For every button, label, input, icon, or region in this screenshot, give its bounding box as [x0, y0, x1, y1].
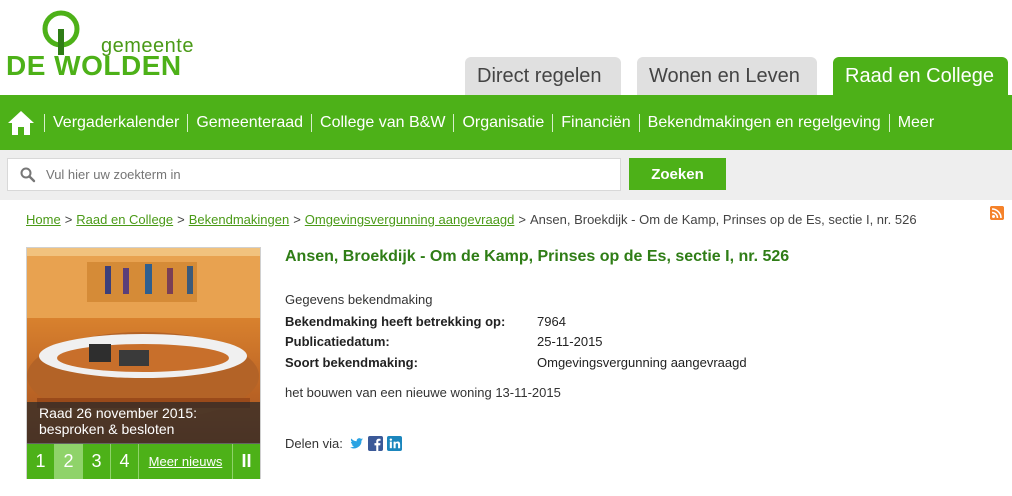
slider-page-2[interactable]: 2 — [55, 444, 83, 479]
tab-raad-en-college[interactable]: Raad en College — [833, 57, 1008, 95]
detail-heading: Gegevens bekendmaking — [285, 292, 433, 307]
share-icons — [349, 436, 402, 451]
nav-item-financien[interactable]: Financiën — [544, 113, 631, 132]
detail-value: 25-11-2015 — [537, 334, 603, 349]
breadcrumb-bekendmakingen[interactable]: Bekendmakingen — [189, 212, 289, 227]
nav-item-college[interactable]: College van B&W — [303, 113, 446, 132]
nav-separator — [552, 113, 554, 132]
tab-wonen-en-leven[interactable]: Wonen en Leven — [637, 57, 817, 95]
twitter-icon[interactable] — [349, 436, 364, 451]
slider-caption[interactable]: Raad 26 november 2015: besproken & beslo… — [27, 402, 260, 444]
nav-separator — [888, 113, 890, 132]
search-band: Zoeken — [0, 150, 1012, 200]
detail-value: Omgevingsvergunning aangevraagd — [537, 355, 747, 370]
search-input[interactable] — [46, 167, 586, 182]
nav-item-organisatie[interactable]: Organisatie — [445, 113, 545, 132]
share-label: Delen via: — [285, 436, 343, 451]
pause-button[interactable]: II — [233, 444, 260, 479]
slider-page-4[interactable]: 4 — [111, 444, 139, 479]
search-box[interactable] — [7, 158, 621, 191]
nav-separator — [638, 113, 640, 132]
detail-label: Soort bekendmaking: — [285, 355, 418, 370]
facebook-icon[interactable] — [367, 436, 383, 451]
slider-pager: 1 2 3 4 Meer nieuws II — [27, 444, 260, 479]
slider-page-3[interactable]: 3 — [83, 444, 111, 479]
nav-separator — [44, 113, 45, 132]
detail-label: Bekendmaking heeft betrekking op: — [285, 314, 506, 329]
meer-nieuws-link[interactable]: Meer nieuws — [139, 444, 233, 479]
news-slider: Raad 26 november 2015: besproken & beslo… — [26, 247, 261, 479]
linkedin-icon[interactable] — [386, 436, 402, 451]
nav-separator — [453, 113, 455, 132]
rss-icon[interactable] — [990, 206, 1004, 220]
tab-direct-regelen[interactable]: Direct regelen — [465, 57, 621, 95]
home-icon[interactable] — [6, 108, 36, 138]
article-description: het bouwen van een nieuwe woning 13-11-2… — [285, 385, 561, 400]
nav-item-label: Bekendmakingen en regelgeving — [647, 113, 881, 131]
nav-item-label: Meer — [897, 113, 935, 131]
breadcrumb-omgevingsvergunning[interactable]: Omgevingsvergunning aangevraagd — [305, 212, 515, 227]
nav-item-label: Financiën — [561, 113, 631, 131]
breadcrumb-home[interactable]: Home — [26, 212, 61, 227]
article-title: Ansen, Broekdijk - Om de Kamp, Prinses o… — [285, 248, 790, 265]
detail-label: Publicatiedatum: — [285, 334, 390, 349]
nav-item-label: Organisatie — [462, 113, 545, 131]
nav-item-label: Gemeenteraad — [196, 113, 304, 131]
search-icon — [20, 167, 36, 182]
main-nav: Vergaderkalender Gemeenteraad College va… — [0, 95, 1012, 150]
logo-big-text: DE WOLDEN — [6, 50, 182, 81]
logo[interactable]: gemeente DE WOLDEN — [6, 10, 196, 81]
breadcrumb: Home > Raad en College > Bekendmakingen > Omge… — [26, 212, 917, 227]
nav-item-meer[interactable]: Meer — [881, 113, 935, 132]
slider-page-1[interactable]: 1 — [27, 444, 55, 479]
breadcrumb-raad-en-college[interactable]: Raad en College — [76, 212, 173, 227]
nav-item-bekendmakingen[interactable]: Bekendmakingen en regelgeving — [631, 113, 881, 132]
nav-item-gemeenteraad[interactable]: Gemeenteraad — [179, 113, 304, 132]
nav-item-vergaderkalender[interactable]: Vergaderkalender — [36, 113, 180, 132]
nav-separator — [187, 113, 189, 132]
nav-separator — [311, 113, 313, 132]
detail-value: 7964 — [537, 314, 566, 329]
slider-caption-line1: Raad 26 november 2015: — [39, 405, 197, 421]
nav-item-label: College van B&W — [320, 113, 446, 131]
slider-caption-line2: besproken & besloten — [39, 421, 175, 437]
share-bar: Delen via: — [285, 436, 402, 451]
search-button[interactable]: Zoeken — [629, 158, 726, 190]
top-tabs: Direct regelen Wonen en Leven Raad en Co… — [465, 57, 1008, 95]
nav-item-label: Vergaderkalender — [53, 113, 180, 131]
breadcrumb-current: Ansen, Broekdijk - Om de Kamp, Prinses o… — [529, 212, 917, 227]
